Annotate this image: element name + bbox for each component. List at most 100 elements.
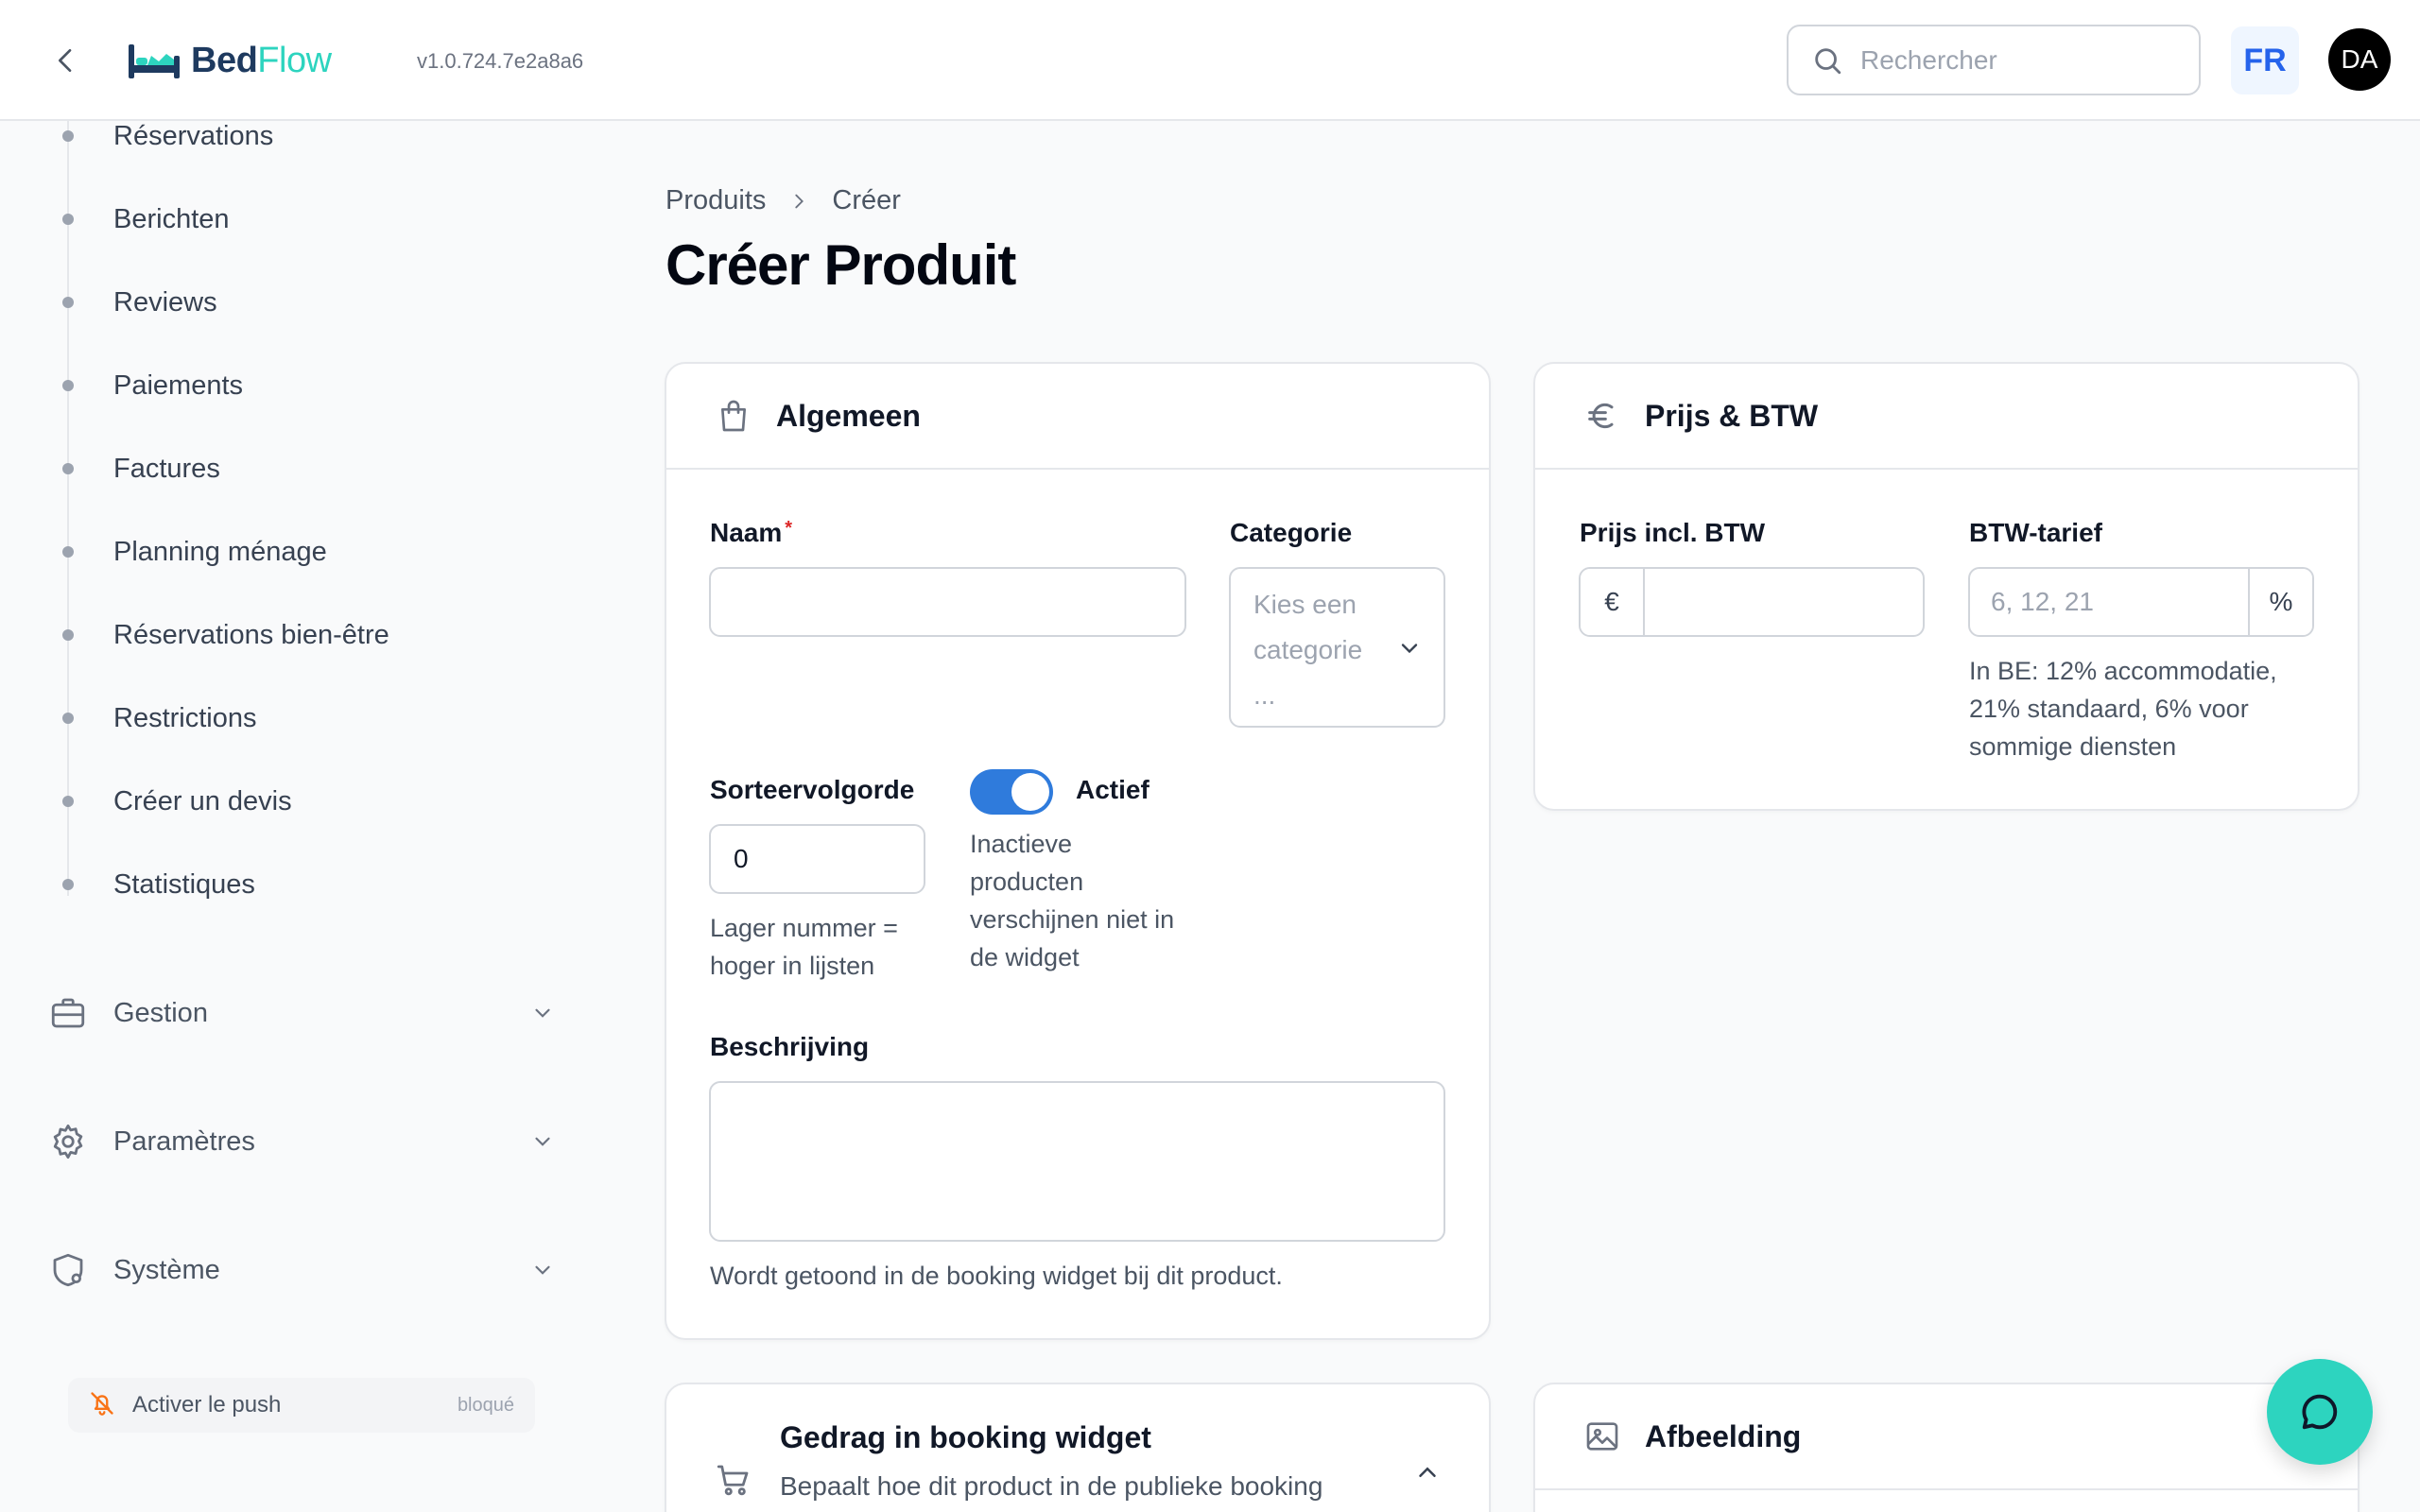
image-icon bbox=[1582, 1417, 1622, 1456]
cart-icon bbox=[714, 1460, 753, 1504]
sidebar-item-label: Réservations bien-être bbox=[113, 619, 389, 650]
description-textarea[interactable] bbox=[709, 1081, 1445, 1242]
sidebar-item-label: Créer un devis bbox=[113, 785, 292, 816]
price-label: Prijs incl. BTW bbox=[1580, 518, 1766, 547]
sort-order-input[interactable] bbox=[709, 824, 925, 894]
sidebar-item-reviews[interactable]: Reviews bbox=[0, 274, 586, 331]
bullet-dot bbox=[62, 546, 74, 558]
sidebar-item-restrictions[interactable]: Restrictions bbox=[0, 690, 586, 747]
avatar[interactable]: DA bbox=[2328, 28, 2391, 91]
search-box[interactable] bbox=[1787, 25, 2201, 95]
behaviour-card-title: Gedrag in booking widget bbox=[780, 1420, 1151, 1454]
chat-button[interactable] bbox=[2267, 1359, 2373, 1465]
active-toggle[interactable] bbox=[970, 769, 1053, 815]
sidebar-item-factures[interactable]: Factures bbox=[0, 440, 586, 497]
price-input[interactable] bbox=[1645, 569, 1923, 635]
sidebar-item-label: Restrictions bbox=[113, 702, 257, 733]
vat-input[interactable] bbox=[1970, 569, 2248, 635]
general-card-title: Algemeen bbox=[776, 398, 921, 433]
sidebar-group-parametres[interactable]: Paramètres bbox=[47, 1111, 558, 1172]
name-label-text: Naam bbox=[710, 518, 783, 547]
sidebar-item-creer-devis[interactable]: Créer un devis bbox=[0, 773, 586, 830]
logo-flow: Flow bbox=[257, 40, 332, 80]
vat-hint: In BE: 12% accommodatie, 21% standaard, … bbox=[1969, 657, 2277, 761]
bed-icon bbox=[129, 44, 180, 78]
bell-off-icon bbox=[89, 1390, 115, 1421]
sidebar-group-systeme[interactable]: Système bbox=[47, 1240, 558, 1300]
name-input[interactable] bbox=[709, 567, 1186, 637]
gear-icon bbox=[47, 1121, 89, 1162]
push-status: bloqué bbox=[457, 1394, 514, 1416]
logo[interactable]: BedFlow bbox=[127, 34, 332, 87]
sidebar-item-label: Berichten bbox=[113, 203, 230, 234]
bullet-dot bbox=[62, 713, 74, 724]
general-card-header: Algemeen bbox=[666, 364, 1489, 470]
chevron-down-icon bbox=[527, 998, 558, 1028]
sidebar-item-berichten[interactable]: Berichten bbox=[0, 191, 586, 248]
bullet-dot bbox=[62, 130, 74, 142]
chevron-right-icon bbox=[795, 194, 804, 208]
shopping-bag-icon bbox=[714, 396, 753, 436]
image-card: Afbeelding bbox=[1533, 1383, 2360, 1512]
search-input[interactable] bbox=[1860, 44, 2163, 76]
sidebar-item-planning-menage[interactable]: Planning ménage bbox=[0, 524, 586, 580]
chevron-up-icon[interactable] bbox=[1413, 1458, 1442, 1491]
behaviour-card: Gedrag in booking widget Bepaalt hoe dit… bbox=[665, 1383, 1491, 1512]
currency-addon: € bbox=[1581, 569, 1645, 635]
sidebar: Réservations Berichten Reviews Paiements… bbox=[0, 121, 605, 1512]
required-marker: * bbox=[785, 518, 793, 539]
search-icon bbox=[1815, 47, 1841, 74]
chat-bubble-icon bbox=[2302, 1394, 2338, 1430]
price-card-title: Prijs & BTW bbox=[1645, 398, 1819, 433]
sidebar-item-label: Statistiques bbox=[113, 868, 255, 900]
bullet-dot bbox=[62, 463, 74, 474]
shield-gear-icon bbox=[47, 1249, 89, 1291]
chevron-down-icon bbox=[527, 1255, 558, 1285]
image-card-title: Afbeelding bbox=[1645, 1418, 1802, 1453]
page-title: Créer Produit bbox=[666, 233, 1016, 297]
price-input-group[interactable]: € bbox=[1579, 567, 1925, 637]
logo-bed: Bed bbox=[191, 40, 258, 80]
bullet-dot bbox=[62, 297, 74, 308]
push-label: Activer le push bbox=[132, 1392, 282, 1418]
bullet-dot bbox=[62, 796, 74, 807]
active-hint: Inactieve producten verschijnen niet in … bbox=[970, 830, 1175, 971]
category-select[interactable]: Kies een categorie ... bbox=[1229, 567, 1445, 728]
sidebar-item-reservations-bien-etre[interactable]: Réservations bien-être bbox=[0, 607, 586, 663]
bullet-dot bbox=[62, 879, 74, 890]
sort-order-hint: Lager nummer = hoger in lijsten bbox=[710, 914, 898, 980]
sidebar-item-paiements[interactable]: Paiements bbox=[0, 357, 586, 414]
chevron-down-icon bbox=[1401, 644, 1418, 654]
back-button[interactable] bbox=[43, 38, 89, 83]
sidebar-item-label: Reviews bbox=[113, 286, 217, 318]
bullet-dot bbox=[62, 380, 74, 391]
vat-label: BTW-tarief bbox=[1969, 518, 2102, 547]
vat-input-group[interactable]: % bbox=[1968, 567, 2314, 637]
sidebar-item-statistiques[interactable]: Statistiques bbox=[0, 856, 586, 913]
sidebar-item-label: Réservations bbox=[113, 120, 274, 151]
breadcrumb-parent[interactable]: Produits bbox=[666, 185, 766, 216]
price-card-header: Prijs & BTW bbox=[1535, 364, 2358, 470]
chevron-left-icon bbox=[58, 49, 72, 72]
description-hint: Wordt getoond in de booking widget bij d… bbox=[710, 1262, 1283, 1290]
sidebar-group-gestion[interactable]: Gestion bbox=[47, 983, 558, 1043]
name-label: Naam * bbox=[710, 518, 792, 548]
version-label: v1.0.724.7e2a8a6 bbox=[417, 49, 584, 73]
description-label: Beschrijving bbox=[710, 1032, 870, 1061]
sidebar-group-label: Gestion bbox=[113, 997, 208, 1028]
sidebar-item-label: Paiements bbox=[113, 369, 244, 401]
briefcase-icon bbox=[47, 992, 89, 1034]
push-notification-toggle[interactable]: Activer le push bloqué bbox=[68, 1378, 535, 1433]
active-label: Actief bbox=[1076, 775, 1150, 804]
logo-text: BedFlow bbox=[191, 41, 332, 81]
percent-addon: % bbox=[2248, 569, 2312, 635]
bullet-dot bbox=[62, 214, 74, 225]
sort-order-label: Sorteervolgorde bbox=[710, 775, 915, 804]
breadcrumb: Produits Créer bbox=[666, 185, 901, 216]
top-bar: BedFlow v1.0.724.7e2a8a6 FR DA bbox=[0, 0, 2420, 121]
sidebar-item-label: Planning ménage bbox=[113, 536, 327, 567]
behaviour-card-subtitle: Bepaalt hoe dit product in de publieke b… bbox=[780, 1471, 1323, 1501]
language-switcher[interactable]: FR bbox=[2231, 26, 2299, 94]
sidebar-group-label: Système bbox=[113, 1254, 220, 1285]
chevron-down-icon bbox=[527, 1126, 558, 1157]
